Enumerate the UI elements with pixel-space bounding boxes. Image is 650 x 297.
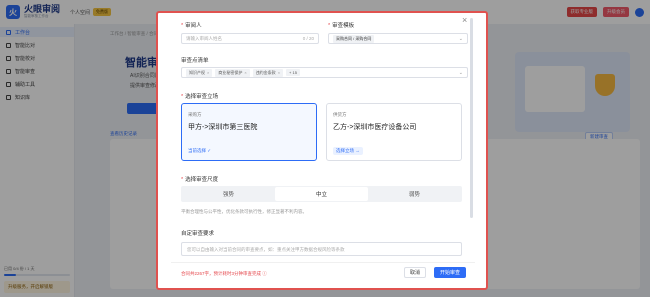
required-mark: * bbox=[181, 94, 184, 100]
close-icon[interactable]: × bbox=[462, 16, 467, 25]
review-settings-dialog: × * 审阅人 请输入审阅人姓名 0 / 20 * 审查模板 采购合同 / 采购合同… bbox=[171, 14, 475, 284]
party-b-name: 乙方->深圳市医疗设备公司 bbox=[333, 124, 417, 131]
scale-segmented-control: 强势 中立 弱势 bbox=[181, 186, 462, 202]
required-mark: * bbox=[181, 23, 184, 29]
party-a-role: 采购方 bbox=[188, 112, 202, 117]
scale-hint: 平衡合理性与公平性，优化条款可执行性，修正显著不利内容。 bbox=[181, 209, 307, 214]
chevron-down-icon: ⌄ bbox=[458, 69, 463, 76]
checklist-label: 审查点清单 bbox=[181, 58, 209, 64]
party-a-name: 甲方->深圳市第三医院 bbox=[188, 124, 258, 131]
tag-close-icon[interactable]: × bbox=[207, 70, 209, 75]
word-count-estimate: 合同共2267字，预计耗时3分钟审查完成 ⓘ bbox=[181, 271, 267, 276]
checklist-tag[interactable]: 违约金条款 × bbox=[252, 68, 284, 77]
checklist-more-count[interactable]: + 15 bbox=[286, 69, 300, 76]
checklist-select[interactable]: 知识产权 × 商业秘密保护 × 违约金条款 × + 15 ⌄ bbox=[181, 67, 468, 78]
scale-option-weak[interactable]: 弱势 bbox=[368, 187, 461, 201]
required-mark: * bbox=[181, 177, 184, 183]
scale-option-neutral[interactable]: 中立 bbox=[275, 187, 368, 201]
reviewer-char-counter: 0 / 20 bbox=[302, 36, 314, 41]
scale-label: * 选择审查尺度 bbox=[181, 177, 219, 183]
chevron-down-icon: ⌄ bbox=[458, 35, 463, 42]
stance-label: * 选择审查立场 bbox=[181, 94, 219, 100]
tag-close-icon[interactable]: × bbox=[278, 70, 280, 75]
dialog-footer: 合同共2267字，预计耗时3分钟审查完成 ⓘ 取消 开始审查 bbox=[171, 262, 475, 284]
template-label: * 审查模板 bbox=[328, 23, 355, 29]
reviewer-input[interactable]: 请输入审阅人姓名 0 / 20 bbox=[181, 33, 319, 44]
party-a-card[interactable]: 采购方 甲方->深圳市第三医院 当前选择 ✓ bbox=[181, 103, 317, 161]
party-a-selected-status: 当前选择 ✓ bbox=[188, 148, 212, 153]
party-b-role: 供货方 bbox=[333, 112, 347, 117]
template-select[interactable]: 采购合同 / 采购合同 ⌄ bbox=[328, 33, 468, 44]
template-value: 采购合同 / 采购合同 bbox=[333, 34, 375, 43]
checklist-tag[interactable]: 知识产权 × bbox=[186, 68, 213, 77]
tag-close-icon[interactable]: × bbox=[244, 70, 246, 75]
checklist-tag[interactable]: 商业秘密保护 × bbox=[215, 68, 250, 77]
party-b-card[interactable]: 供货方 乙方->深圳市医疗设备公司 选择立场 → bbox=[326, 103, 462, 161]
custom-requirements-label: 自定审查要求 bbox=[181, 231, 215, 237]
select-stance-button[interactable]: 选择立场 → bbox=[333, 147, 363, 155]
required-mark: * bbox=[328, 23, 331, 29]
reviewer-placeholder: 请输入审阅人姓名 bbox=[186, 35, 222, 41]
reviewer-label: * 审阅人 bbox=[181, 23, 202, 29]
custom-requirements-textarea[interactable]: 您可以自由输入对当前合同的审查要点，如：重点关注甲方数据合规风险等条款 bbox=[181, 242, 462, 256]
start-review-button[interactable]: 开始审查 bbox=[434, 267, 466, 278]
dialog-scrollbar[interactable] bbox=[470, 18, 473, 218]
cancel-button[interactable]: 取消 bbox=[404, 267, 426, 278]
scale-option-strong[interactable]: 强势 bbox=[182, 187, 275, 201]
